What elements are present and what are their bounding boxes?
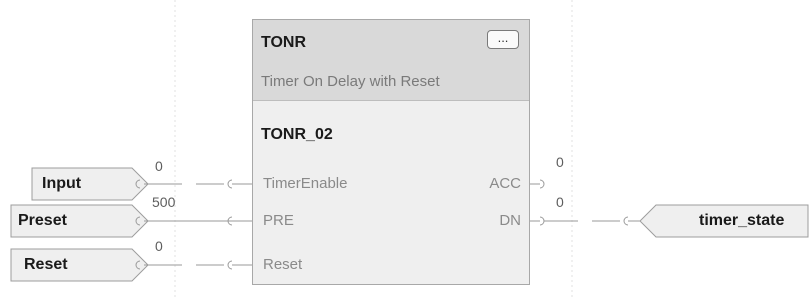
block-header: TONR ... Timer On Delay with Reset (253, 20, 529, 101)
block-instance-name[interactable]: TONR_02 (261, 126, 333, 144)
reset-value: 0 (155, 238, 163, 254)
preset-value: 500 (152, 194, 176, 210)
input-pin-icon (227, 179, 233, 189)
pin-dn: DN (499, 212, 521, 229)
input-tag-label[interactable]: Input (42, 175, 81, 193)
dn-value: 0 (556, 194, 564, 210)
pin-acc: ACC (489, 175, 521, 192)
block-type: TONR (261, 34, 307, 51)
timer-state-tag-label[interactable]: timer_state (699, 212, 784, 230)
acc-pin-icon (539, 179, 545, 189)
pin-pre: PRE (263, 212, 294, 229)
more-options-button[interactable]: ... (487, 30, 519, 49)
input-value: 0 (155, 158, 163, 174)
block-description: Timer On Delay with Reset (261, 73, 440, 90)
tonr-function-block[interactable]: TONR ... Timer On Delay with Reset TONR_… (252, 19, 530, 285)
input-pin-icon (227, 260, 233, 270)
dn-pin-icon (539, 216, 545, 226)
preset-tag-label[interactable]: Preset (18, 212, 67, 230)
input-pin-icon (623, 216, 629, 226)
reset-tag-label[interactable]: Reset (24, 256, 68, 274)
pin-reset: Reset (263, 256, 303, 273)
acc-value: 0 (556, 154, 564, 170)
diagram-canvas: Input Preset Reset timer_state 0 500 0 0… (0, 0, 812, 297)
pin-timer-enable: TimerEnable (263, 175, 348, 192)
